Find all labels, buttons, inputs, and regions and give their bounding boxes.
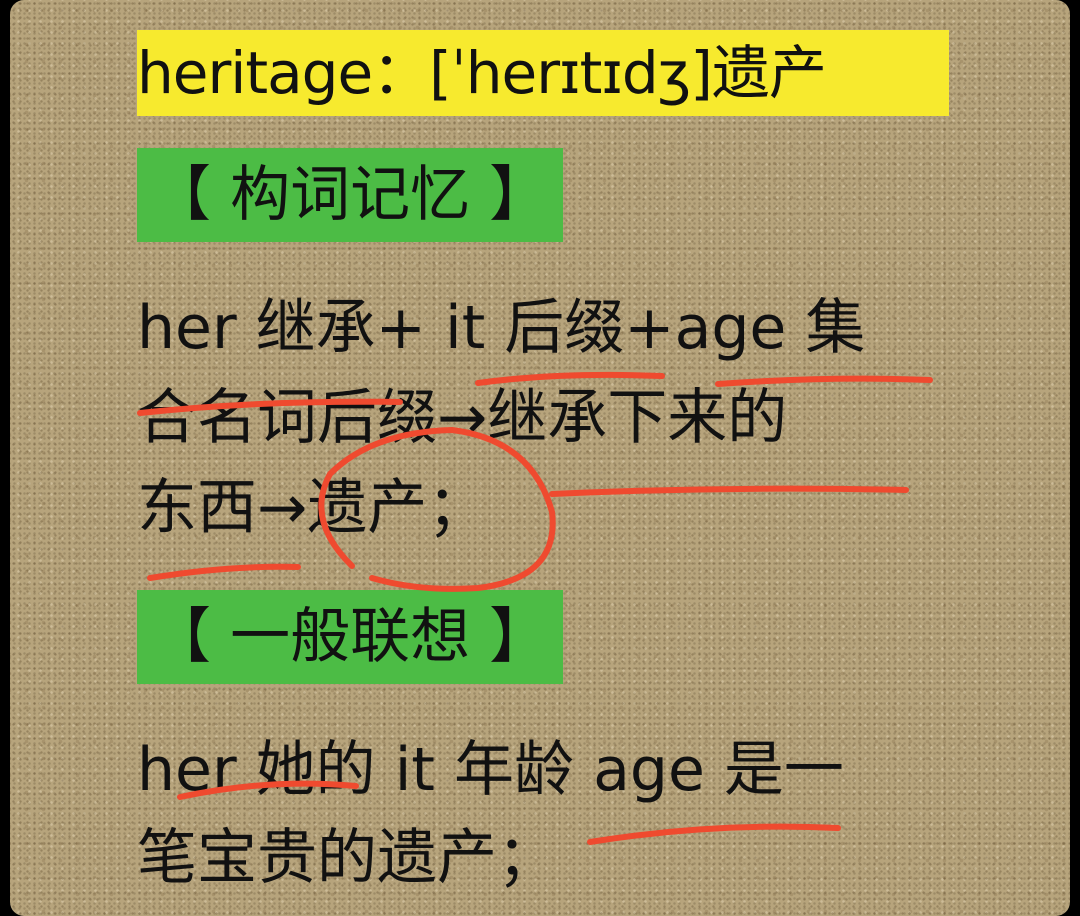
word-formation-line-2: 合名词后缀→继承下来的 [137, 383, 788, 453]
word-formation-line-1: her 继承+ it 后缀+age 集 [137, 293, 866, 363]
association-line-2: 笔宝贵的遗产； [137, 823, 557, 893]
word-formation-line-3: 东西→遗产； [137, 473, 488, 543]
word-title: heritage：[ˈherɪtɪdʒ]遗产 [137, 39, 827, 107]
section-heading-association: 【 一般联想 】 [137, 590, 563, 684]
section-heading-word-formation: 【 构词记忆 】 [137, 148, 563, 242]
association-line-1: her 她的 it 年龄 age 是一 [137, 735, 844, 805]
